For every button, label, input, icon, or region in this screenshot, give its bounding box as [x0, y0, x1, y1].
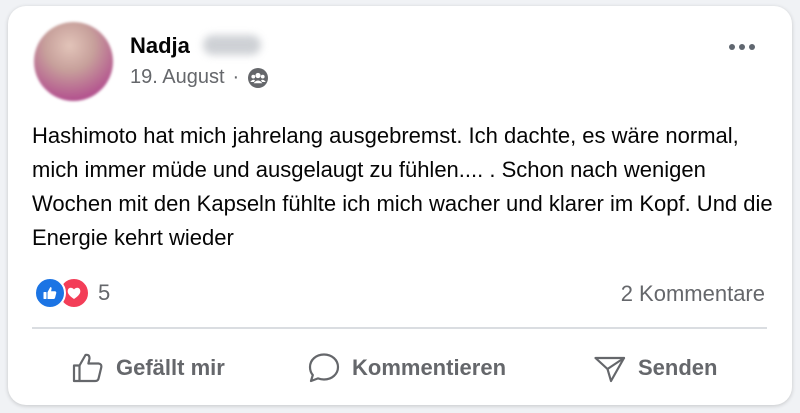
friends-icon[interactable]	[247, 67, 269, 89]
post-date[interactable]: 19. August	[130, 66, 225, 89]
more-dot-icon	[729, 44, 735, 50]
like-reaction-icon	[34, 277, 66, 309]
comment-bubble-icon	[306, 350, 342, 386]
avatar[interactable]	[34, 22, 113, 101]
more-dot-icon	[749, 44, 755, 50]
author-name[interactable]: Nadja	[130, 33, 190, 59]
comment-button-label: Kommentieren	[352, 355, 507, 380]
meta-separator: ·	[232, 66, 240, 88]
send-button[interactable]: Senden	[592, 349, 717, 387]
author-lastname-blurred	[203, 35, 261, 55]
post-text: Hashimoto hat mich jahrelang ausgebremst…	[32, 123, 773, 250]
post-meta: 19. August ·	[130, 66, 269, 89]
send-button-label: Senden	[638, 355, 718, 380]
comment-button[interactable]: Kommentieren	[306, 349, 506, 387]
reactions-summary[interactable]: 5	[34, 277, 110, 309]
comments-count-link[interactable]: 2 Kommentare	[621, 281, 765, 307]
like-button[interactable]: Gefällt mir	[70, 349, 225, 387]
more-dot-icon	[739, 44, 745, 50]
more-options-button[interactable]	[724, 35, 760, 59]
post-card: Nadja 19. August · Hashimoto hat mich ja…	[8, 6, 792, 405]
thumbs-up-icon	[70, 350, 106, 386]
reaction-count: 5	[98, 280, 111, 305]
send-icon	[592, 350, 628, 386]
divider	[32, 327, 767, 329]
like-button-label: Gefällt mir	[116, 355, 225, 380]
